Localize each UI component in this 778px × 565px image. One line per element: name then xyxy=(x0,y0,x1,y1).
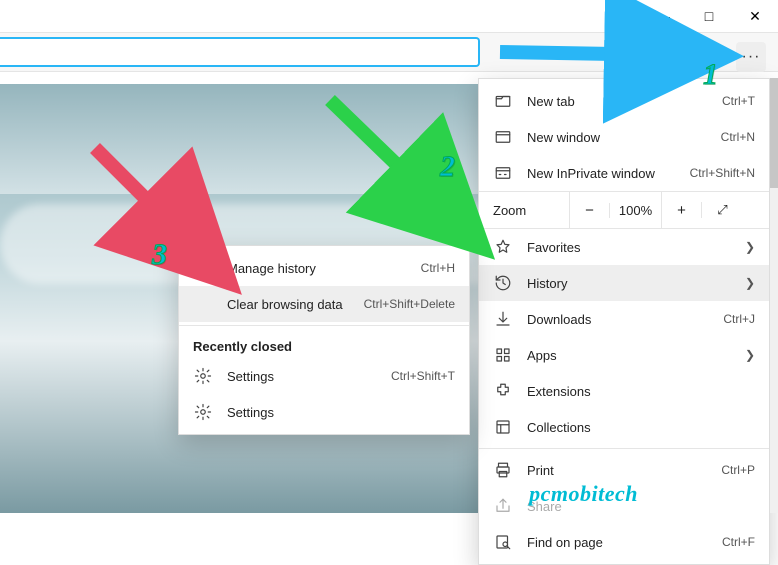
more-menu-button[interactable]: ··· xyxy=(736,42,766,72)
scrollbar-thumb[interactable] xyxy=(770,78,778,188)
annotation-number-2: 2 xyxy=(440,150,455,184)
zoom-row: Zoom − 100% + ⤢ xyxy=(479,191,769,229)
recent-item-settings[interactable]: Settings Ctrl+Shift+T xyxy=(179,358,469,394)
menu-item-new-window[interactable]: New window Ctrl+N xyxy=(479,119,769,155)
menu-item-shortcut: Ctrl+P xyxy=(721,463,755,477)
submenu-item-manage-history[interactable]: Manage history Ctrl+H xyxy=(179,250,469,286)
gear-icon xyxy=(193,366,213,386)
find-icon xyxy=(493,532,513,552)
address-bar[interactable] xyxy=(0,37,480,67)
menu-item-extensions[interactable]: Extensions xyxy=(479,373,769,409)
menu-item-shortcut: Ctrl+N xyxy=(721,130,755,144)
watermark: pcmobitech xyxy=(529,481,638,507)
menu-item-label: Collections xyxy=(527,420,755,435)
history-icon xyxy=(193,258,213,278)
annotation-number-1: 1 xyxy=(703,58,718,92)
close-button[interactable]: ✕ xyxy=(732,0,778,32)
tab-icon xyxy=(493,91,513,111)
separator xyxy=(479,448,769,449)
separator xyxy=(179,325,469,326)
window-controls: — □ ✕ xyxy=(0,0,778,32)
menu-item-shortcut: Ctrl+T xyxy=(722,94,755,108)
print-icon xyxy=(493,460,513,480)
menu-item-favorites[interactable]: Favorites ❯ xyxy=(479,229,769,265)
recently-closed-heading: Recently closed xyxy=(179,329,469,358)
menu-item-history[interactable]: History ❯ xyxy=(479,265,769,301)
chevron-right-icon: ❯ xyxy=(739,276,755,290)
inprivate-icon xyxy=(493,163,513,183)
window-icon xyxy=(493,127,513,147)
menu-item-shortcut: Ctrl+J xyxy=(723,312,755,326)
zoom-out-button[interactable]: − xyxy=(569,191,609,229)
zoom-label: Zoom xyxy=(479,203,569,218)
history-submenu: Manage history Ctrl+H Clear browsing dat… xyxy=(178,245,470,435)
recent-item-label: Settings xyxy=(227,369,391,384)
menu-item-label: Downloads xyxy=(527,312,723,327)
collections-icon xyxy=(493,417,513,437)
recent-item-settings[interactable]: Settings xyxy=(179,394,469,430)
menu-item-downloads[interactable]: Downloads Ctrl+J xyxy=(479,301,769,337)
menu-item-label: New tab xyxy=(527,94,722,109)
menu-item-shortcut: Ctrl+F xyxy=(722,535,755,549)
star-icon xyxy=(493,237,513,257)
submenu-item-clear-browsing-data[interactable]: Clear browsing data Ctrl+Shift+Delete xyxy=(179,286,469,322)
apps-icon xyxy=(493,345,513,365)
submenu-item-label: Clear browsing data xyxy=(227,297,364,312)
menu-item-collections[interactable]: Collections xyxy=(479,409,769,445)
menu-item-label: Apps xyxy=(527,348,739,363)
menu-item-label: New InPrivate window xyxy=(527,166,690,181)
gear-icon xyxy=(193,402,213,422)
menu-item-label: New window xyxy=(527,130,721,145)
menu-item-label: Extensions xyxy=(527,384,755,399)
submenu-item-shortcut: Ctrl+H xyxy=(421,261,455,275)
minimize-button[interactable]: — xyxy=(640,0,686,32)
menu-item-label: History xyxy=(527,276,739,291)
blank-icon xyxy=(193,294,213,314)
menu-item-find-on-page[interactable]: Find on page Ctrl+F xyxy=(479,524,769,560)
menu-item-apps[interactable]: Apps ❯ xyxy=(479,337,769,373)
scrollbar[interactable] xyxy=(770,78,778,513)
recent-item-shortcut: Ctrl+Shift+T xyxy=(391,369,455,383)
menu-item-label: Print xyxy=(527,463,721,478)
chevron-right-icon: ❯ xyxy=(739,240,755,254)
maximize-button[interactable]: □ xyxy=(686,0,732,32)
download-icon xyxy=(493,309,513,329)
submenu-item-label: Manage history xyxy=(227,261,421,276)
zoom-value: 100% xyxy=(609,203,661,218)
annotation-number-3: 3 xyxy=(152,238,167,272)
menu-item-label: Favorites xyxy=(527,240,739,255)
chevron-right-icon: ❯ xyxy=(739,348,755,362)
menu-item-new-inprivate-window[interactable]: New InPrivate window Ctrl+Shift+N xyxy=(479,155,769,191)
menu-item-shortcut: Ctrl+Shift+N xyxy=(690,166,755,180)
ext-icon xyxy=(493,381,513,401)
menu-item-label: Find on page xyxy=(527,535,722,550)
recent-item-label: Settings xyxy=(227,405,455,420)
menu-item-new-tab[interactable]: New tab Ctrl+T xyxy=(479,83,769,119)
history-icon xyxy=(493,273,513,293)
submenu-item-shortcut: Ctrl+Shift+Delete xyxy=(364,297,455,311)
fullscreen-button[interactable]: ⤢ xyxy=(701,202,743,218)
share-icon xyxy=(493,496,513,516)
zoom-in-button[interactable]: + xyxy=(661,191,701,229)
